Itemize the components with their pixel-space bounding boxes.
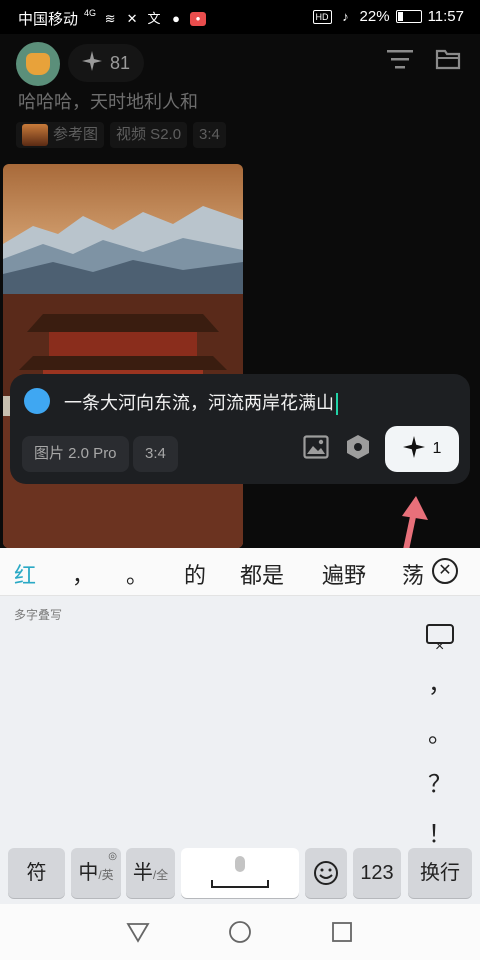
text-caret (336, 393, 338, 416)
tag-aspect-ratio[interactable]: 3:4 (193, 122, 226, 148)
translate-icon: 文 (147, 10, 161, 26)
candidate-item[interactable]: 红 (14, 558, 36, 590)
enter-key[interactable]: 换行 (408, 848, 472, 898)
candidate-bar: 红 ， 。 的 都是 遍野 荡 ✕ (0, 548, 480, 596)
globe-icon: ◎ (108, 851, 117, 862)
handwriting-mode-label: 多字叠写 (14, 608, 63, 622)
symbols-key[interactable]: 符 (8, 848, 65, 898)
language-toggle-key[interactable]: 中/英 ◎ (71, 848, 121, 898)
punct-key[interactable]: ？ (422, 760, 458, 810)
width-toggle-key[interactable]: 半/全 (126, 848, 175, 898)
candidate-item[interactable]: 遍野 (322, 558, 366, 590)
model-selector-chip[interactable]: 图片 2.0 Pro (22, 436, 129, 472)
hd-icon: HD (312, 9, 332, 24)
generate-button[interactable]: 1 (385, 426, 459, 472)
carrier-label: 中国移动 (18, 11, 79, 28)
prompt-input[interactable]: 一条大河向东流，河流两岸花满山 (64, 389, 338, 416)
map-pin-icon: • (190, 11, 207, 26)
input-status-dot (24, 388, 50, 414)
emoji-key[interactable] (305, 848, 347, 898)
chat-bubble-icon: ● (172, 10, 180, 26)
ime-keyboard: 红 ， 。 的 都是 遍野 荡 ✕ 多字叠写 ， 。 ？ ！ 符 中/英 ◎ 半… (0, 548, 480, 904)
candidate-item[interactable]: ， (72, 558, 94, 590)
tag-video-model[interactable]: 视频 S2.0 (110, 122, 188, 148)
wifi-icon: ≋ (104, 10, 116, 26)
aspect-ratio-chip[interactable]: 3:4 (133, 436, 178, 472)
clock: 11:57 (427, 8, 464, 25)
generated-image[interactable] (3, 164, 243, 548)
backspace-icon (426, 622, 454, 672)
prompt-input-panel: 一条大河向东流，河流两岸花满山 图片 2.0 Pro 3:4 1 (10, 374, 470, 484)
battery-icon (395, 10, 422, 23)
close-icon[interactable]: ✕ (432, 558, 458, 584)
generate-count: 1 (432, 440, 442, 457)
sparkle-icon (82, 50, 102, 76)
reference-thumbnail (22, 124, 48, 146)
app-content: 81 哈哈哈，天时地利人和 参考图 视频 S2.0 3:4 一条大河向东流，河流… (0, 34, 480, 548)
mute-icon: ✕ (126, 10, 138, 26)
status-bar: 中国移动 4G ≋ ✕ 文 ● • HD ♪ 22% 11:57 (0, 0, 480, 34)
bell-off-icon: ♪ (342, 8, 349, 24)
image-icon[interactable] (298, 434, 334, 470)
candidate-item[interactable]: 。 (126, 558, 148, 590)
back-triangle-icon[interactable] (126, 920, 150, 944)
folder-icon[interactable] (434, 48, 462, 76)
hexagon-settings-icon[interactable] (340, 434, 376, 470)
avatar[interactable] (16, 42, 60, 86)
smiley-icon (314, 861, 338, 885)
keyboard-bottom-row: 符 中/英 ◎ 半/全 123 换行 (0, 848, 480, 898)
candidate-item[interactable]: 的 (184, 558, 206, 590)
candidate-item[interactable]: 都是 (240, 558, 284, 590)
previous-prompt-text: 哈哈哈，天时地利人和 (18, 92, 198, 112)
credits-badge[interactable]: 81 (68, 44, 145, 82)
credits-count: 81 (110, 52, 131, 73)
space-icon (211, 880, 269, 888)
battery-percent: 22% (359, 8, 390, 25)
candidate-item[interactable]: 荡 (402, 558, 424, 590)
prompt-tags: 参考图 视频 S2.0 3:4 (16, 122, 226, 148)
tag-reference-image[interactable]: 参考图 (16, 122, 105, 148)
numbers-key[interactable]: 123 (353, 848, 401, 898)
recents-square-icon[interactable] (330, 920, 354, 944)
system-nav-bar (0, 904, 480, 960)
home-circle-icon[interactable] (228, 920, 252, 944)
filter-icon[interactable] (386, 48, 414, 76)
space-key[interactable] (181, 848, 299, 898)
sparkle-icon (402, 435, 425, 463)
network-label: 4G (84, 7, 97, 18)
punctuation-column: ， 。 ？ ！ (422, 610, 458, 860)
punct-key[interactable]: 。 (422, 710, 458, 760)
backspace-key[interactable] (422, 610, 458, 672)
microphone-icon (235, 856, 245, 872)
